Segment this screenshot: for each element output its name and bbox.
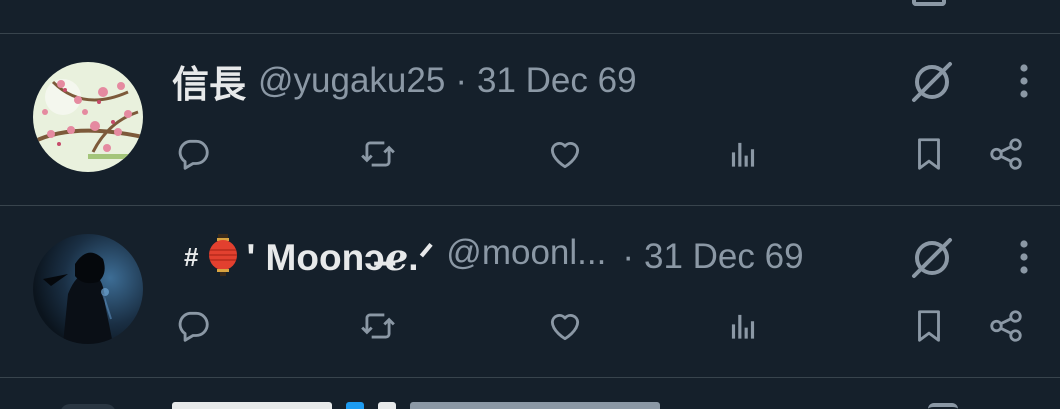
user-handle[interactable]: @yugaku25 [258,61,445,101]
previous-post-bookmark-fragment [912,0,946,6]
post[interactable]: 信長 @yugaku25 · 31 Dec 69 [0,34,1060,206]
more-options-icon[interactable] [1004,234,1044,280]
repost-icon[interactable] [356,304,400,348]
post-actions [0,132,1060,176]
next-post-header-fragment [172,402,692,409]
post-timestamp[interactable]: 31 Dec 69 [477,61,637,101]
next-post-avatar-fragment [60,404,116,409]
more-options-icon[interactable] [1004,58,1044,104]
like-icon[interactable] [543,304,587,348]
like-icon[interactable] [543,132,587,176]
lantern-emoji-icon [208,233,238,281]
display-name[interactable]: ' Moonↄ̶ℯ.ᐟ [246,236,434,279]
timeline-feed: 信長 @yugaku25 · 31 Dec 69 # ' Moonↄ̶ℯ.ᐟ @… [0,0,1060,409]
post-divider [0,377,1060,378]
user-handle[interactable]: @moonl... [446,233,606,282]
views-icon[interactable] [721,304,765,348]
bookmark-icon[interactable] [907,132,951,176]
bookmark-icon[interactable] [907,304,951,348]
name-hash-symbol: # [184,241,199,272]
reply-icon[interactable] [171,304,215,348]
share-icon[interactable] [984,304,1028,348]
grok-icon[interactable] [908,58,958,104]
share-icon[interactable] [984,132,1028,176]
grok-icon[interactable] [908,234,958,280]
post[interactable]: # ' Moonↄ̶ℯ.ᐟ @moonl... · 31 Dec 69 [0,206,1060,378]
separator-dot: · [622,237,634,276]
post-actions [0,304,1060,348]
next-post-icon-fragment [928,403,958,409]
post-timestamp[interactable]: 31 Dec 69 [644,237,804,277]
reply-icon[interactable] [171,132,215,176]
display-name[interactable]: 信長 [172,54,246,108]
repost-icon[interactable] [356,132,400,176]
separator-dot: · [455,61,467,100]
views-icon[interactable] [721,132,765,176]
